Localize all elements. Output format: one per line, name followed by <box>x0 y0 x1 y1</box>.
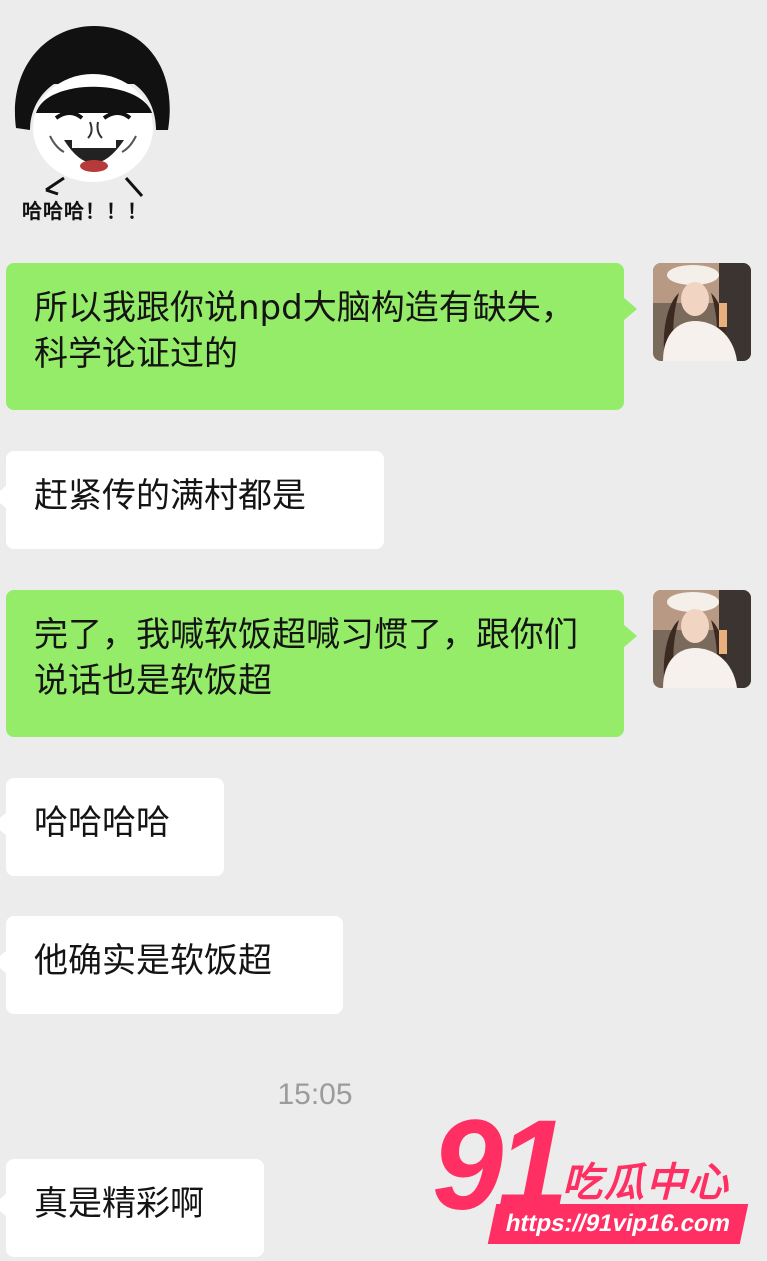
avatar[interactable] <box>653 590 751 688</box>
message-bubble-sent[interactable]: 所以我跟你说npd大脑构造有缺失，科学论证过的 <box>6 263 637 410</box>
message-text: 所以我跟你说npd大脑构造有缺失，科学论证过的 <box>34 288 575 374</box>
message-bubble-received[interactable]: 他确实是软饭超 <box>0 916 343 1014</box>
watermark-site-name: 吃瓜中心 <box>562 1160 730 1206</box>
message-text: 哈哈哈哈 <box>34 803 170 843</box>
message-bubble-received[interactable]: 哈哈哈哈 <box>0 778 224 876</box>
user-avatar-photo-icon <box>653 263 751 361</box>
laughing-meme-face-icon <box>14 26 170 197</box>
message-text: 赶紧传的满村都是 <box>34 476 306 516</box>
sticker-caption: 哈哈哈！！！ <box>22 199 148 223</box>
meme-sticker[interactable] <box>6 18 181 223</box>
message-text: 完了，我喊软饭超喊习惯了，跟你们说话也是软饭超 <box>34 615 578 701</box>
message-text: 真是精彩啊 <box>34 1184 204 1224</box>
message-bubble-sent[interactable]: 完了，我喊软饭超喊习惯了，跟你们说话也是软饭超 <box>6 590 637 737</box>
message-text: 他确实是软饭超 <box>34 941 272 981</box>
avatar[interactable] <box>653 263 751 361</box>
site-watermark: 91 吃瓜中心 https://91vip16.com <box>432 1102 762 1256</box>
user-avatar-photo-icon <box>653 590 751 688</box>
message-bubble-received[interactable]: 赶紧传的满村都是 <box>0 451 384 549</box>
message-bubble-received[interactable]: 真是精彩啊 <box>0 1159 264 1257</box>
watermark-url: https://91vip16.com <box>487 1204 749 1244</box>
